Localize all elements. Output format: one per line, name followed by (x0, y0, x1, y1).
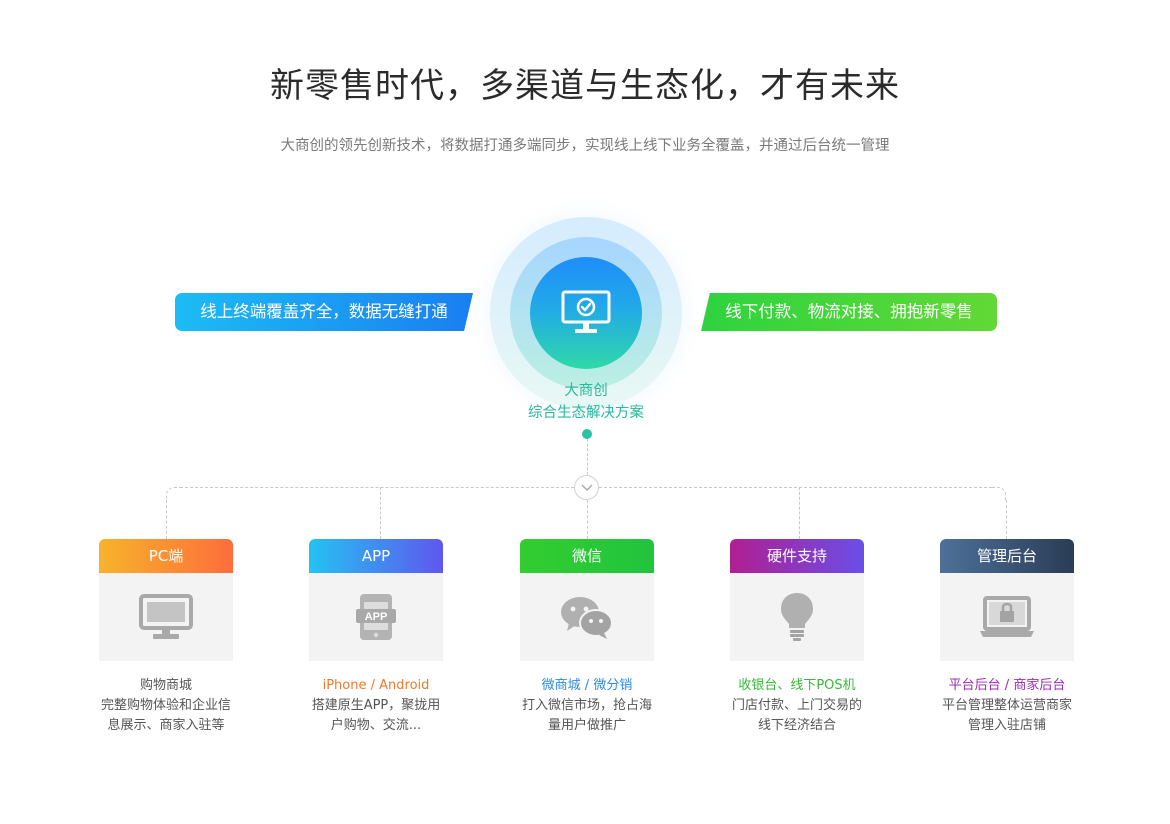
chevron-down-icon (581, 484, 592, 491)
expand-chevron-button[interactable] (574, 475, 599, 500)
branch-drop-wechat (587, 500, 588, 539)
card-app-title: APP (309, 539, 443, 573)
branch-corner-left (166, 487, 180, 501)
card-app-desc-line2: 户购物、交流... (330, 718, 422, 733)
hub-center (530, 257, 642, 369)
branch-line-left (180, 487, 574, 488)
page-subtitle: 大商创的领先创新技术，将数据打通多端同步，实现线上线下业务全覆盖，并通过后台统一… (280, 138, 890, 154)
card-wechat-title: 微信 (520, 539, 654, 573)
card-hardware-desc: 收银台、线下POS机 门店付款、上门交易的 线下经济结合 (717, 676, 877, 736)
lightbulb-icon (781, 593, 813, 641)
card-wechat-body (520, 573, 654, 661)
page-title: 新零售时代，多渠道与生态化，才有未来 (270, 66, 900, 106)
wechat-icon (561, 597, 613, 639)
branch-drop-pc (166, 500, 167, 539)
online-banner: 线上终端覆盖齐全，数据无缝打通 (175, 293, 473, 331)
hub-connector-dot (582, 429, 592, 439)
card-app-highlight: iPhone / Android (322, 678, 430, 693)
branch-drop-hardware (799, 487, 800, 539)
card-admin-desc-line1: 平台管理整体运营商家 (941, 698, 1072, 713)
branch-corner-right (992, 487, 1006, 501)
card-pc-desc-line1: 完整购物体验和企业信 (100, 698, 231, 713)
card-wechat-desc-line2: 量用户做推广 (547, 718, 626, 733)
offline-banner: 线下付款、物流对接、拥抱新零售 (701, 293, 997, 331)
card-pc-title: PC端 (99, 539, 233, 573)
card-hardware-highlight: 收银台、线下POS机 (738, 678, 856, 693)
monitor-check-icon (561, 290, 611, 333)
desktop-monitor-icon (139, 594, 193, 639)
card-hardware[interactable]: 硬件支持 (730, 539, 864, 661)
card-hardware-desc-line1: 门店付款、上门交易的 (731, 698, 862, 713)
card-app-body: APP (309, 573, 443, 661)
card-admin-highlight: 平台后台 / 商家后台 (948, 678, 1066, 693)
laptop-lock-icon (980, 596, 1034, 637)
card-admin-desc: 平台后台 / 商家后台 平台管理整体运营商家 管理入驻店铺 (927, 676, 1087, 736)
branch-drop-app (380, 487, 381, 539)
card-app[interactable]: APP APP (309, 539, 443, 661)
card-wechat[interactable]: 微信 (520, 539, 654, 661)
card-pc-desc: 购物商城 完整购物体验和企业信 息展示、商家入驻等 (86, 676, 246, 736)
card-hardware-title: 硬件支持 (730, 539, 864, 573)
hub-connector-line (587, 439, 588, 475)
card-hardware-body (730, 573, 864, 661)
hub-label-line2: 综合生态解决方案 (528, 405, 644, 421)
card-admin-title: 管理后台 (940, 539, 1074, 573)
hub-label-line1: 大商创 (564, 383, 608, 399)
mobile-app-icon: APP (356, 594, 396, 640)
hub-label: 大商创 综合生态解决方案 (486, 380, 686, 424)
card-pc[interactable]: PC端 (99, 539, 233, 661)
card-pc-body (99, 573, 233, 661)
card-app-desc-line1: 搭建原生APP，聚拢用 (311, 698, 441, 713)
card-app-desc: iPhone / Android 搭建原生APP，聚拢用 户购物、交流... (296, 676, 456, 736)
svg-text:APP: APP (365, 611, 388, 623)
branch-drop-admin (1006, 500, 1007, 539)
card-pc-desc-line2: 息展示、商家入驻等 (107, 718, 225, 733)
branch-line-right (599, 487, 992, 488)
card-admin[interactable]: 管理后台 (940, 539, 1074, 661)
card-wechat-highlight: 微商城 / 微分销 (541, 678, 633, 693)
card-wechat-desc-line1: 打入微信市场，抢占海 (521, 698, 652, 713)
card-wechat-desc: 微商城 / 微分销 打入微信市场，抢占海 量用户做推广 (507, 676, 667, 736)
card-hardware-desc-line2: 线下经济结合 (757, 718, 836, 733)
card-admin-body (940, 573, 1074, 661)
card-pc-highlight: 购物商城 (139, 678, 192, 693)
card-admin-desc-line2: 管理入驻店铺 (967, 718, 1046, 733)
